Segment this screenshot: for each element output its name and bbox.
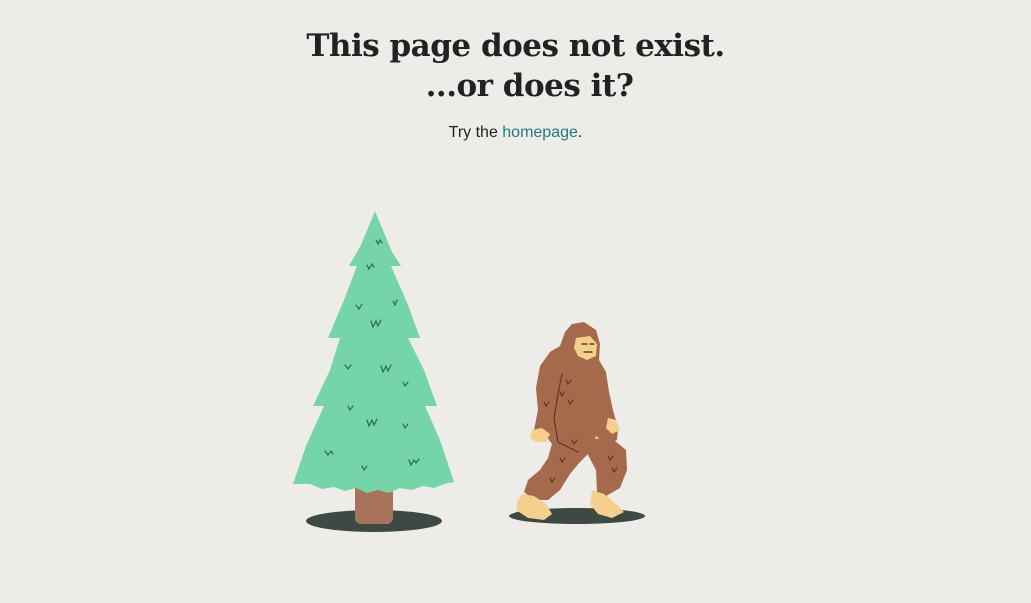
bigfoot-back-leg: [588, 438, 627, 496]
illustration: [293, 211, 645, 532]
pine-tree-illustration: [293, 211, 454, 532]
not-found-page: This page does not exist. ...or does it?…: [0, 0, 1031, 603]
bigfoot-illustration: [509, 322, 645, 524]
tree-foliage: [293, 211, 454, 493]
